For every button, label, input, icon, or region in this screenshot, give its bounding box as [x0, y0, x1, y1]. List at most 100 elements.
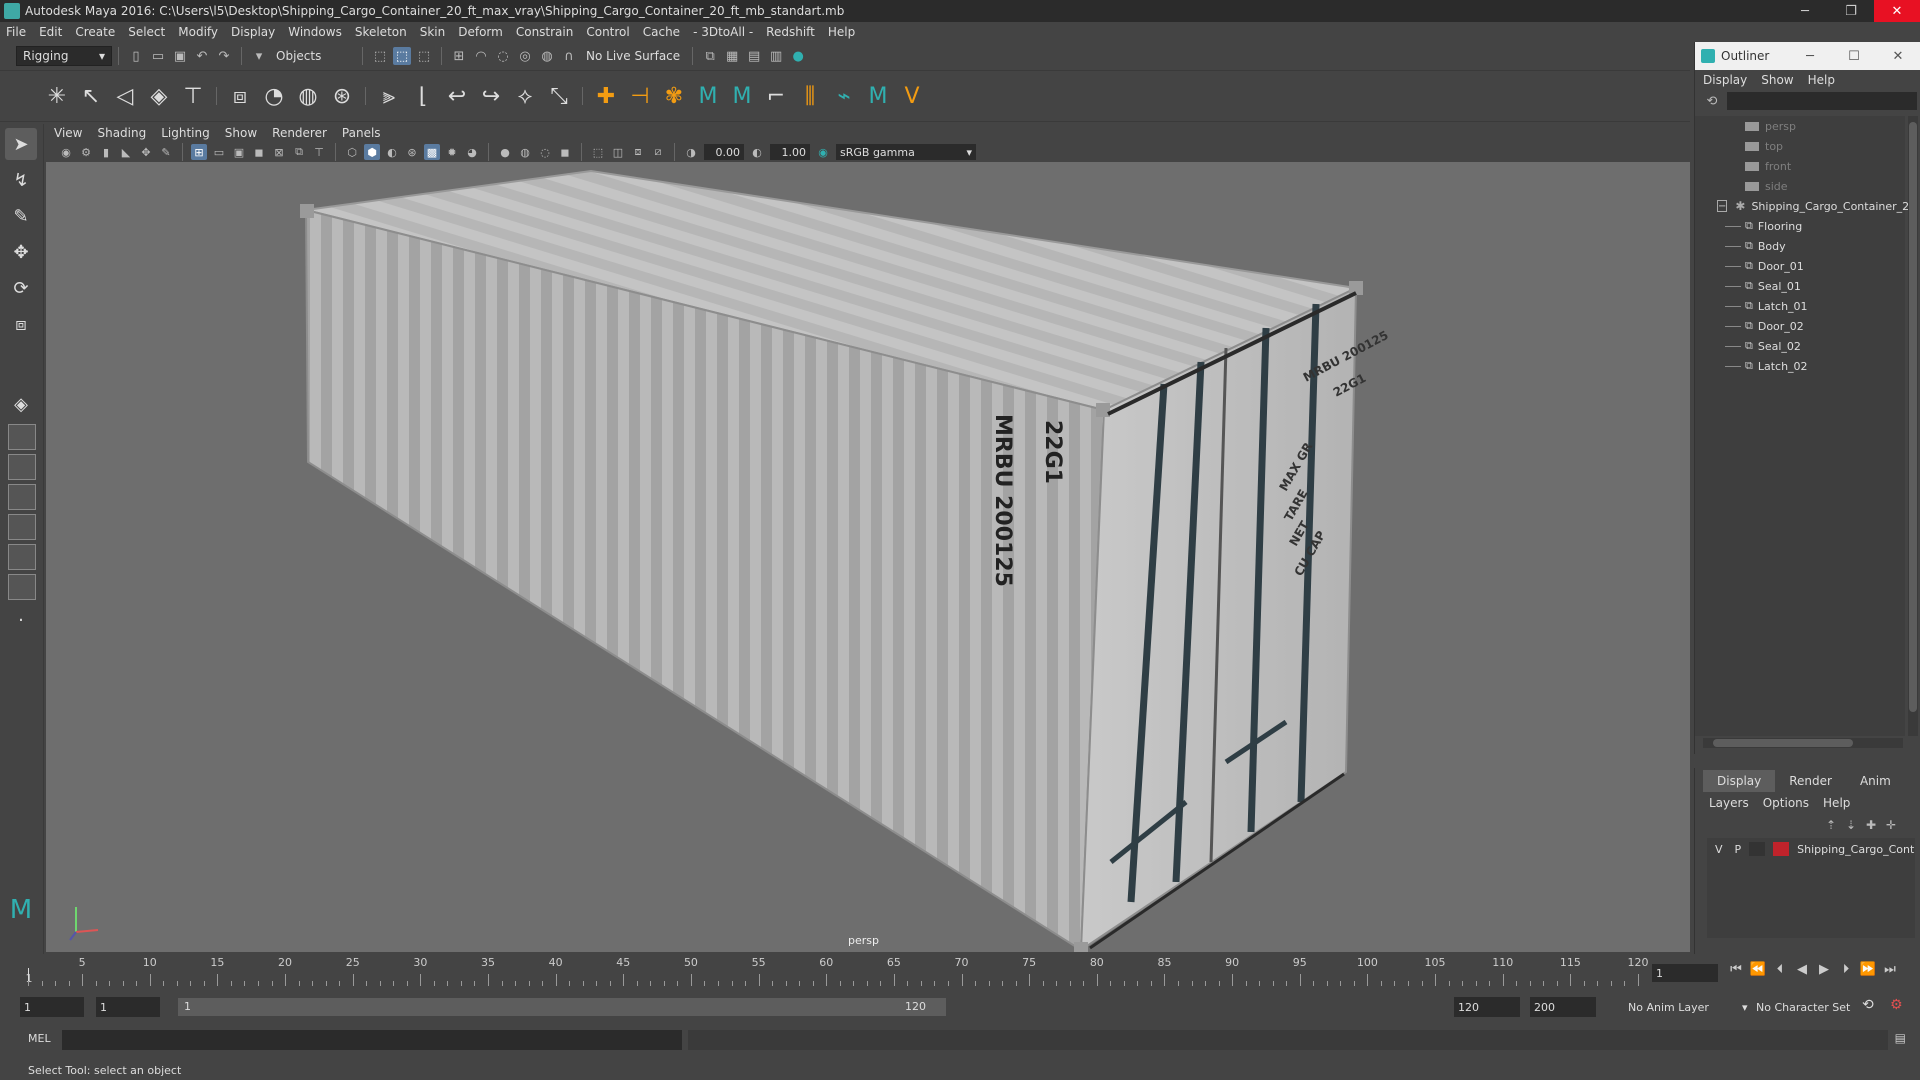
- menu-modify[interactable]: Modify: [178, 25, 218, 39]
- joint-tool-icon[interactable]: ✳: [42, 81, 72, 111]
- blend-shape-icon[interactable]: ⟡: [510, 81, 540, 111]
- detach-skin-icon[interactable]: ⌊: [408, 81, 438, 111]
- layer-color-swatch[interactable]: [1773, 842, 1790, 856]
- textured-icon[interactable]: ▩: [424, 144, 440, 160]
- rotate-tool-icon[interactable]: ⟳: [5, 272, 37, 304]
- ipr-render-icon[interactable]: ▤: [745, 47, 763, 65]
- menuset-dropdown[interactable]: Rigging ▾: [16, 46, 112, 66]
- depth-of-field-icon[interactable]: ◼: [557, 144, 573, 160]
- gamma-field[interactable]: 1.00: [770, 144, 810, 160]
- view-transform-dropdown[interactable]: sRGB gamma ▾: [836, 144, 976, 160]
- menu-3dtoall[interactable]: - 3DtoAll -: [693, 25, 753, 39]
- cluster-icon[interactable]: ◔: [259, 81, 289, 111]
- component-editor-icon[interactable]: ⌁: [829, 81, 859, 111]
- new-scene-icon[interactable]: ▯: [127, 47, 145, 65]
- color-management-icon[interactable]: ◉: [815, 144, 831, 160]
- tree-item-door-02[interactable]: ⧉ Door_02: [1695, 316, 1905, 336]
- tree-item-seal-02[interactable]: ⧉ Seal_02: [1695, 336, 1905, 356]
- hypershade-layout-icon[interactable]: [8, 514, 36, 540]
- xray-icon[interactable]: ◫: [610, 144, 626, 160]
- smooth-shade-icon[interactable]: ⬢: [364, 144, 380, 160]
- character-set-dropdown[interactable]: No Character Set: [1756, 1001, 1850, 1014]
- menu-constrain[interactable]: Constrain: [516, 25, 574, 39]
- menu-file[interactable]: File: [6, 25, 26, 39]
- paint-weights-icon[interactable]: ↩: [442, 81, 472, 111]
- render-settings-icon[interactable]: ⧉: [701, 47, 719, 65]
- redo-icon[interactable]: ↷: [215, 47, 233, 65]
- panel-menu-panels[interactable]: Panels: [342, 126, 381, 140]
- layer-menu-options[interactable]: Options: [1763, 796, 1809, 810]
- tree-item-latch-01[interactable]: ⧉ Latch_01: [1695, 296, 1905, 316]
- menu-help[interactable]: Help: [828, 25, 855, 39]
- play-backward-icon[interactable]: ◀: [1791, 962, 1813, 977]
- new-layer-selected-icon[interactable]: ✛: [1886, 818, 1906, 832]
- render-view-icon[interactable]: ▥: [767, 47, 785, 65]
- move-tool-icon[interactable]: ✥: [5, 236, 37, 268]
- layer-menu-help[interactable]: Help: [1823, 796, 1850, 810]
- menu-cache[interactable]: Cache: [643, 25, 680, 39]
- single-perspective-layout-icon[interactable]: ◈: [5, 388, 37, 420]
- snap-curve-icon[interactable]: ◠: [472, 47, 490, 65]
- menu-skeleton[interactable]: Skeleton: [355, 25, 407, 39]
- close-icon[interactable]: ✕: [1876, 49, 1920, 64]
- step-back-key-icon[interactable]: ⏪: [1747, 962, 1769, 977]
- aim-constraint-icon[interactable]: ✾: [659, 81, 689, 111]
- go-to-end-icon[interactable]: ⏭: [1879, 962, 1901, 977]
- bookmark-icon[interactable]: ▮: [98, 144, 114, 160]
- select-component-icon[interactable]: ⬚: [415, 47, 433, 65]
- exposure-icon[interactable]: ◑: [683, 144, 699, 160]
- live-surface-field[interactable]: No Live Surface: [580, 46, 687, 66]
- image-plane-icon[interactable]: ◣: [118, 144, 134, 160]
- new-layer-icon[interactable]: ✚: [1866, 818, 1886, 832]
- menu-redshift[interactable]: Redshift: [766, 25, 815, 39]
- grid-icon[interactable]: ⊞: [191, 144, 207, 160]
- restore-icon[interactable]: ❐: [1828, 0, 1874, 22]
- resolution-gate-icon[interactable]: ▣: [231, 144, 247, 160]
- safe-action-icon[interactable]: ⧉: [291, 144, 307, 160]
- scale-tool-icon[interactable]: ⧈: [5, 308, 37, 340]
- safe-title-icon[interactable]: ⊤: [311, 144, 327, 160]
- undo-icon[interactable]: ↶: [193, 47, 211, 65]
- lasso-tool-icon[interactable]: ↯: [5, 164, 37, 196]
- gate-mask-icon[interactable]: ◼: [251, 144, 267, 160]
- multisample-aa-icon[interactable]: ◌: [537, 144, 553, 160]
- outliner-menu-help[interactable]: Help: [1808, 73, 1835, 87]
- snap-live-icon[interactable]: ◍: [538, 47, 556, 65]
- perspective-viewport[interactable]: View Shading Lighting Show Renderer Pane…: [46, 124, 1690, 952]
- snap-grid-icon[interactable]: ⊞: [450, 47, 468, 65]
- outliner-vertical-scrollbar[interactable]: [1908, 116, 1918, 736]
- camera-attributes-icon[interactable]: ⚙: [78, 144, 94, 160]
- animation-start-field[interactable]: 1: [20, 997, 84, 1017]
- wireframe-on-shaded-icon[interactable]: ⊛: [404, 144, 420, 160]
- open-scene-icon[interactable]: ▭: [149, 47, 167, 65]
- tree-item-side[interactable]: side: [1695, 176, 1905, 196]
- step-back-frame-icon[interactable]: ⏴: [1769, 962, 1791, 977]
- time-slider-track[interactable]: 1 5 10 15 20 25 30 35 40 45 50 55 60 65 70 75 80 85 90 95 1…: [26, 954, 1649, 988]
- layer-playback-toggle[interactable]: P: [1735, 843, 1742, 856]
- tab-display[interactable]: Display: [1703, 770, 1776, 792]
- select-camera-icon[interactable]: ◉: [58, 144, 74, 160]
- tree-item-body[interactable]: ⧉ Body: [1695, 236, 1905, 256]
- outliner-search-input[interactable]: [1727, 92, 1917, 110]
- ik-spline-icon[interactable]: ◈: [144, 81, 174, 111]
- play-forward-icon[interactable]: ▶: [1813, 962, 1835, 977]
- maximize-icon[interactable]: ☐: [1832, 49, 1876, 64]
- isolate-select-icon[interactable]: ⬚: [590, 144, 606, 160]
- outliner-horizontal-scrollbar[interactable]: [1703, 738, 1903, 748]
- panel-menu-show[interactable]: Show: [225, 126, 257, 140]
- preferences-icon[interactable]: ⚙: [1890, 997, 1903, 1013]
- auto-key-icon[interactable]: ⟲: [1862, 997, 1874, 1013]
- scrollbar-thumb[interactable]: [1909, 122, 1917, 712]
- exposure-field[interactable]: 0.00: [704, 144, 744, 160]
- screen-space-ao-icon[interactable]: ●: [497, 144, 513, 160]
- minimize-icon[interactable]: ─: [1788, 49, 1832, 64]
- playback-start-field[interactable]: 1: [96, 997, 160, 1017]
- persp-outliner-layout-icon[interactable]: [8, 454, 36, 480]
- tree-item-top[interactable]: top: [1695, 136, 1905, 156]
- menu-windows[interactable]: Windows: [288, 25, 342, 39]
- field-chart-icon[interactable]: ⊠: [271, 144, 287, 160]
- xray-joints-icon[interactable]: ⧄: [650, 144, 666, 160]
- gamma-icon[interactable]: ◐: [749, 144, 765, 160]
- tree-item-flooring[interactable]: ⧉ Flooring: [1695, 216, 1905, 236]
- snap-point-icon[interactable]: ◌: [494, 47, 512, 65]
